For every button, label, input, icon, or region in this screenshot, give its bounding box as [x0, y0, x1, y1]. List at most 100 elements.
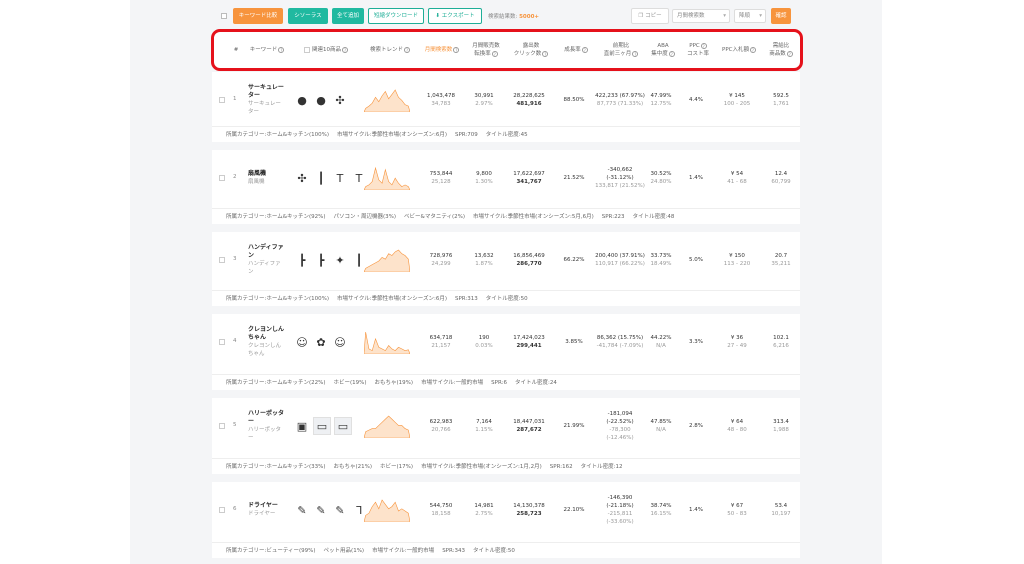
export-label: エクスポート [441, 13, 475, 19]
header-yoy[interactable]: 前期比 直前三ヶ月? [596, 32, 646, 68]
keyword-cell[interactable]: ハリーポッターハリーポッター [248, 410, 290, 442]
product-thumbnail[interactable]: ● [313, 91, 329, 109]
help-icon[interactable]: ? [749, 46, 756, 53]
product-thumbnail[interactable]: ✿ [313, 333, 329, 351]
product-thumbnail[interactable]: ✎ [294, 501, 310, 519]
download-button[interactable]: 短縮ダウンロード [368, 8, 424, 24]
row-checkbox[interactable] [219, 507, 225, 513]
confirm-button[interactable]: 確認 [771, 8, 791, 24]
select-all-checkbox[interactable] [221, 13, 227, 19]
monthly-sales-value: 7,164 [476, 419, 492, 425]
help-icon[interactable]: ? [278, 46, 285, 53]
sort-order-select[interactable]: 降順 ▾ [734, 9, 766, 23]
product-thumbnail[interactable]: ┣ [313, 251, 329, 269]
trend-sparkline[interactable] [364, 248, 410, 272]
header-aba[interactable]: ABA 集中度? [648, 32, 678, 68]
row-checkbox[interactable] [219, 175, 225, 181]
impressions-cell: 17,622,697 341,767 [504, 170, 554, 186]
help-icon[interactable]: ? [786, 50, 793, 57]
trend-sparkline[interactable] [364, 88, 410, 112]
help-icon[interactable]: ? [542, 50, 549, 57]
help-icon[interactable]: ? [581, 46, 588, 53]
product-thumbnail[interactable]: ✦ [332, 251, 348, 269]
row-main[interactable]: 6 ドライヤー ドライヤー ✎ ✎ ✎ ᒣ 544,750 18,158 14,981 2.75% 1… [212, 482, 800, 540]
related-checkbox[interactable] [304, 46, 310, 53]
trend-sparkline[interactable] [364, 330, 410, 354]
product-thumbnail[interactable]: T [332, 169, 348, 187]
ppc-cost-value: 4.4% [689, 97, 703, 103]
trend-area [364, 89, 410, 112]
header-trend[interactable]: 検索トレンド? [364, 32, 416, 68]
footer-value: ホビー(19%) [333, 380, 367, 386]
help-icon[interactable]: ? [491, 50, 498, 57]
keyword-cell[interactable]: ドライヤー ドライヤー [248, 502, 290, 518]
footer-item: SPR:162 [550, 464, 573, 470]
product-thumbnail[interactable]: ● [294, 91, 310, 109]
product-thumbnail[interactable]: ▭ [334, 417, 352, 435]
row-checkbox[interactable] [219, 423, 225, 429]
help-icon[interactable]: ? [342, 46, 348, 53]
aba-cell: 33.73% 18.49% [646, 252, 676, 268]
product-thumbnail[interactable]: ▣ [294, 417, 310, 435]
ppc-bid-cell: ¥ 145 100 - 205 [714, 92, 760, 108]
product-thumbnail[interactable]: ▭ [313, 417, 331, 435]
row-checkbox[interactable] [219, 339, 225, 345]
product-thumbnail[interactable]: ☺ [332, 333, 348, 351]
copy-button[interactable]: ❐ コピー [631, 8, 669, 24]
growth-value: 3.85% [565, 339, 583, 345]
product-thumbnail[interactable]: ☺ [294, 333, 310, 351]
product-thumbnail[interactable]: ┣ [294, 251, 310, 269]
ppc-bid-value: ¥ 64 [730, 419, 744, 425]
daily-search-value: 20,766 [431, 427, 451, 433]
keyword-translation-cont: ター [248, 109, 260, 115]
help-icon[interactable]: ? [453, 46, 460, 53]
keyword-cell[interactable]: サーキュレー ター サーキュレー ター [248, 84, 290, 116]
row-main[interactable]: 1 サーキュレー ター サーキュレー ター ● ● ✣ 1,043,478 34,783 30,99… [212, 72, 800, 130]
trend-sparkline[interactable] [364, 166, 410, 190]
aba-cell: 47.85% N/A [646, 418, 676, 434]
help-icon[interactable]: ? [404, 46, 410, 53]
header-ppc-cost[interactable]: PPC? コスト率 [682, 32, 714, 68]
thesaurus-button[interactable]: シソーラス [288, 8, 328, 24]
footer-label: SPR: [601, 214, 615, 220]
trend-sparkline[interactable] [364, 498, 410, 522]
header-ppc-bid[interactable]: PPC入札額? [716, 32, 762, 68]
row-number: 6 [233, 506, 237, 512]
header-supply-ratio[interactable]: 需給比 商品数? [764, 32, 798, 68]
ppc-bid-range: 48 - 80 [727, 427, 747, 433]
header-related[interactable]: 関連10商品? [296, 32, 356, 68]
row-main[interactable]: 5 ハリーポッターハリーポッター ▣ ▭ ▭ 622,983 20,766 7,164 1.15… [212, 398, 800, 456]
row-main[interactable]: 3 ハンディファンハンディファン ┣ ┣ ✦ ┃ 728,976 24,299 13,632 1.… [212, 232, 800, 290]
keyword-cell[interactable]: ハンディファンハンディファン [248, 244, 290, 276]
trend-sparkline[interactable] [364, 414, 410, 438]
product-thumbnail[interactable]: ✣ [332, 91, 348, 109]
footer-value: 6 [503, 380, 508, 386]
row-checkbox[interactable] [219, 97, 225, 103]
help-icon[interactable]: ? [632, 50, 639, 57]
header-monthly-search[interactable]: 月間検索数? [418, 32, 466, 68]
product-thumbnail[interactable]: ✣ [294, 169, 310, 187]
help-icon[interactable]: ? [700, 42, 707, 49]
keyword-cell[interactable]: 扇風機 扇風機 [248, 170, 290, 186]
header-monthly-sales[interactable]: 月間販売数 転換率? [466, 32, 506, 68]
footer-item: タイトル密度:24 [515, 380, 557, 386]
product-thumbnail[interactable]: ┃ [313, 169, 329, 187]
impressions-cell: 28,228,625 481,916 [504, 92, 554, 108]
aba-value: 38.74% [650, 503, 672, 509]
row-checkbox[interactable] [219, 257, 225, 263]
row-main[interactable]: 2 扇風機 扇風機 ✣ ┃ T T 753,844 25,128 9,800 1.30% 17,622… [212, 150, 800, 208]
related-products: ✣ ┃ T T [294, 169, 367, 187]
footer-item: 市場サイクル:一般的市場 [421, 380, 483, 386]
keyword-compare-button[interactable]: キーワード比較 [233, 8, 283, 24]
help-icon[interactable]: ? [668, 50, 675, 57]
header-keyword[interactable]: キーワード? [242, 32, 292, 68]
export-button[interactable]: ⬇ エクスポート [428, 8, 482, 24]
product-thumbnail[interactable]: ✎ [332, 501, 348, 519]
add-all-button[interactable]: 全て追加 [332, 8, 364, 24]
header-impressions[interactable]: 露出数 クリック数? [506, 32, 556, 68]
header-growth[interactable]: 成長率? [558, 32, 594, 68]
product-thumbnail[interactable]: ✎ [313, 501, 329, 519]
keyword-cell[interactable]: クレヨンしん ちゃん クレヨンしん ちゃん [248, 326, 290, 358]
sort-field-select[interactable]: 月間検索数 ▾ [672, 9, 730, 23]
row-main[interactable]: 4 クレヨンしん ちゃん クレヨンしん ちゃん ☺ ✿ ☺ 634,718 21,157 190 0.… [212, 314, 800, 372]
